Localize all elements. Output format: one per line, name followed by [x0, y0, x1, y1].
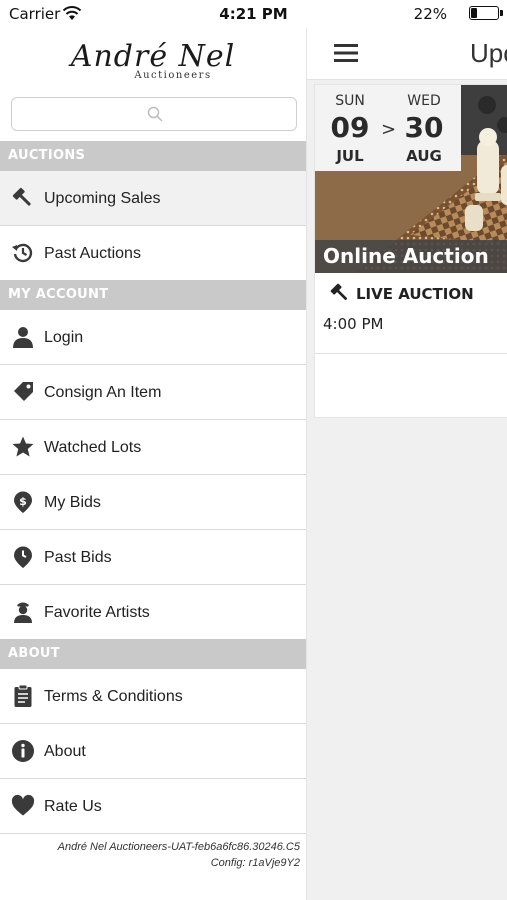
artist-icon — [14, 602, 32, 623]
menu-label: Login — [44, 329, 84, 346]
brand-name: André Nel — [70, 39, 236, 74]
menu-label: Terms & Conditions — [44, 688, 183, 705]
end-month: AUG — [406, 147, 442, 165]
auction-image: SUN 09 JUL > WED 30 AUG Online Auction — [315, 85, 507, 273]
battery-level — [471, 8, 477, 18]
auction-type-label: LIVE AUCTION — [356, 285, 474, 303]
start-day: 09 — [330, 111, 370, 144]
info-icon — [12, 740, 34, 762]
auction-card[interactable]: SUN 09 JUL > WED 30 AUG Online Auction L… — [314, 84, 507, 418]
menu-item-favorite-artists[interactable]: Favorite Artists — [0, 585, 306, 640]
status-bar: Carrier 4:21 PM 22% — [0, 0, 507, 28]
start-day-of-week: SUN — [335, 93, 365, 109]
menu-item-rate-us[interactable]: Rate Us — [0, 779, 306, 834]
end-day: 30 — [404, 111, 444, 144]
end-day-of-week: WED — [407, 93, 441, 109]
auction-date-range: SUN 09 JUL > WED 30 AUG — [315, 85, 461, 171]
gavel-icon — [12, 187, 31, 206]
menu-label: Past Bids — [44, 549, 112, 566]
search-box[interactable] — [11, 97, 297, 131]
menu-item-about[interactable]: About — [0, 724, 306, 779]
menu-label: About — [44, 743, 86, 760]
svg-text:$: $ — [19, 495, 27, 508]
user-icon — [13, 327, 33, 348]
bid-pin-icon: $ — [14, 491, 32, 513]
section-header-auctions: AUCTIONS — [0, 141, 306, 171]
auction-title: Online Auction — [315, 240, 507, 273]
menu-label: Rate Us — [44, 798, 102, 815]
section-header-my-account: MY ACCOUNT — [0, 280, 306, 310]
menu-label: Favorite Artists — [44, 604, 150, 621]
menu-label: Past Auctions — [44, 245, 141, 262]
menu-item-upcoming-sales[interactable]: Upcoming Sales — [0, 171, 306, 226]
menu-label: Consign An Item — [44, 384, 162, 401]
menu-item-login[interactable]: Login — [0, 310, 306, 365]
auction-time: 4:00 PM — [323, 315, 384, 333]
app-version: André Nel Auctioneers-UAT-feb6a6fc86.302… — [57, 841, 300, 853]
section-header-about: ABOUT — [0, 639, 306, 669]
menu-item-past-auctions[interactable]: Past Auctions — [0, 226, 306, 281]
heart-icon — [11, 794, 35, 816]
menu-label: Upcoming Sales — [44, 190, 161, 207]
clock-pin-icon — [14, 546, 32, 568]
menu-label: Watched Lots — [44, 439, 142, 456]
start-month: JUL — [336, 147, 364, 165]
tag-icon — [14, 382, 33, 401]
card-divider — [315, 353, 507, 354]
nav-bar: Upcoming Sales — [307, 28, 507, 80]
search-icon — [147, 106, 163, 122]
star-icon — [12, 436, 34, 457]
battery-percent: 22% — [413, 5, 447, 23]
history-icon — [12, 243, 33, 263]
page-title: Upcoming Sales — [470, 38, 507, 68]
app-config: Config: r1aVje9Y2 — [210, 857, 300, 869]
main-panel: Upcoming Sales — [307, 28, 507, 900]
side-menu: André Nel Auctioneers AUCTIONS Upcoming … — [0, 28, 306, 900]
date-arrow: > — [381, 119, 397, 140]
brand-subtitle: Auctioneers — [134, 70, 212, 81]
brand-logo: André Nel Auctioneers — [0, 42, 306, 90]
menu-item-past-bids[interactable]: Past Bids — [0, 530, 306, 585]
clipboard-icon — [14, 684, 32, 707]
menu-label: My Bids — [44, 494, 101, 511]
hamburger-menu-icon[interactable] — [334, 42, 358, 64]
menu-item-consign-an-item[interactable]: Consign An Item — [0, 365, 306, 420]
menu-item-terms-conditions[interactable]: Terms & Conditions — [0, 669, 306, 724]
menu-item-my-bids[interactable]: $ My Bids — [0, 475, 306, 530]
battery-icon — [469, 6, 503, 20]
menu-item-watched-lots[interactable]: Watched Lots — [0, 420, 306, 475]
gavel-icon — [330, 283, 348, 301]
menu-divider — [306, 28, 307, 900]
